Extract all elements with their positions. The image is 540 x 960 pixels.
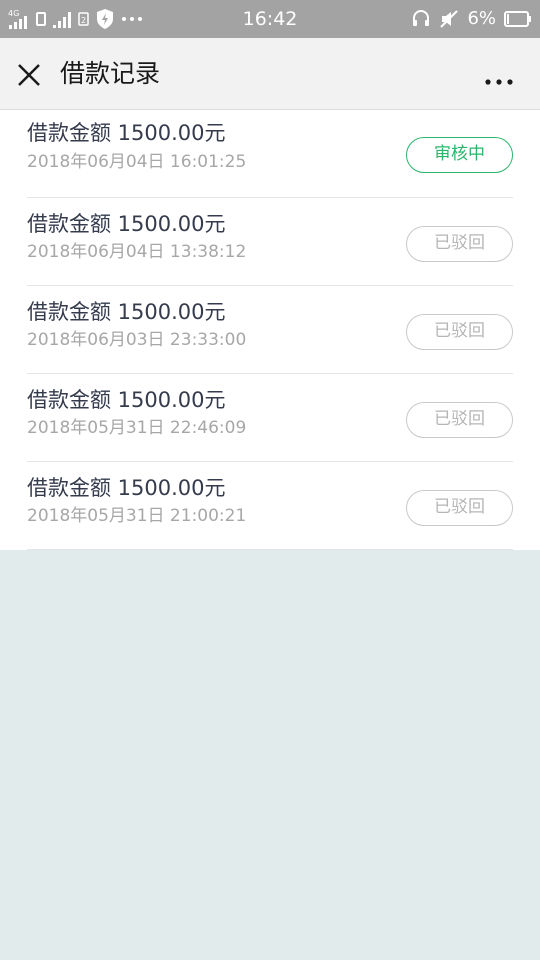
more-button[interactable] [484,71,514,85]
status-badge[interactable]: 已驳回 [406,490,513,526]
battery-percentage: 6% [467,8,496,29]
status-bar: 4G 2 16:42 6% [0,0,540,38]
status-badge[interactable]: 已驳回 [406,402,513,438]
mute-icon [439,9,459,29]
close-button[interactable] [16,62,42,88]
loan-record-item[interactable]: 借款金额 1500.00元 2018年05月31日 22:46:09 已驳回 [0,374,540,462]
status-badge[interactable]: 审核中 [406,137,513,173]
record-datetime: 2018年05月31日 22:46:09 [27,418,247,438]
status-badge[interactable]: 已驳回 [406,226,513,262]
record-amount: 借款金额 1500.00元 [27,476,226,500]
loan-record-item[interactable]: 借款金额 1500.00元 2018年05月31日 21:00:21 已驳回 [0,462,540,550]
record-amount: 借款金额 1500.00元 [27,300,226,324]
loan-record-item[interactable]: 借款金额 1500.00元 2018年06月03日 23:33:00 已驳回 [0,286,540,374]
headset-icon [411,9,431,29]
loan-record-list: 借款金额 1500.00元 2018年06月04日 16:01:25 审核中 借… [0,110,540,550]
record-amount: 借款金额 1500.00元 [27,212,226,236]
page-title: 借款记录 [60,59,161,88]
more-icon [485,79,513,85]
record-datetime: 2018年05月31日 21:00:21 [27,506,247,526]
status-badge[interactable]: 已驳回 [406,314,513,350]
nav-bar: 借款记录 [0,38,540,110]
loan-record-item[interactable]: 借款金额 1500.00元 2018年06月04日 13:38:12 已驳回 [0,198,540,286]
status-bar-right-icons: 6% [411,6,532,32]
record-datetime: 2018年06月04日 13:38:12 [27,242,247,262]
loan-record-item[interactable]: 借款金额 1500.00元 2018年06月04日 16:01:25 审核中 [0,110,540,198]
record-amount: 借款金额 1500.00元 [27,388,226,412]
close-icon [18,64,40,86]
record-datetime: 2018年06月03日 23:33:00 [27,330,247,350]
record-datetime: 2018年06月04日 16:01:25 [27,152,247,172]
battery-icon [504,11,532,27]
record-amount: 借款金额 1500.00元 [27,121,226,145]
